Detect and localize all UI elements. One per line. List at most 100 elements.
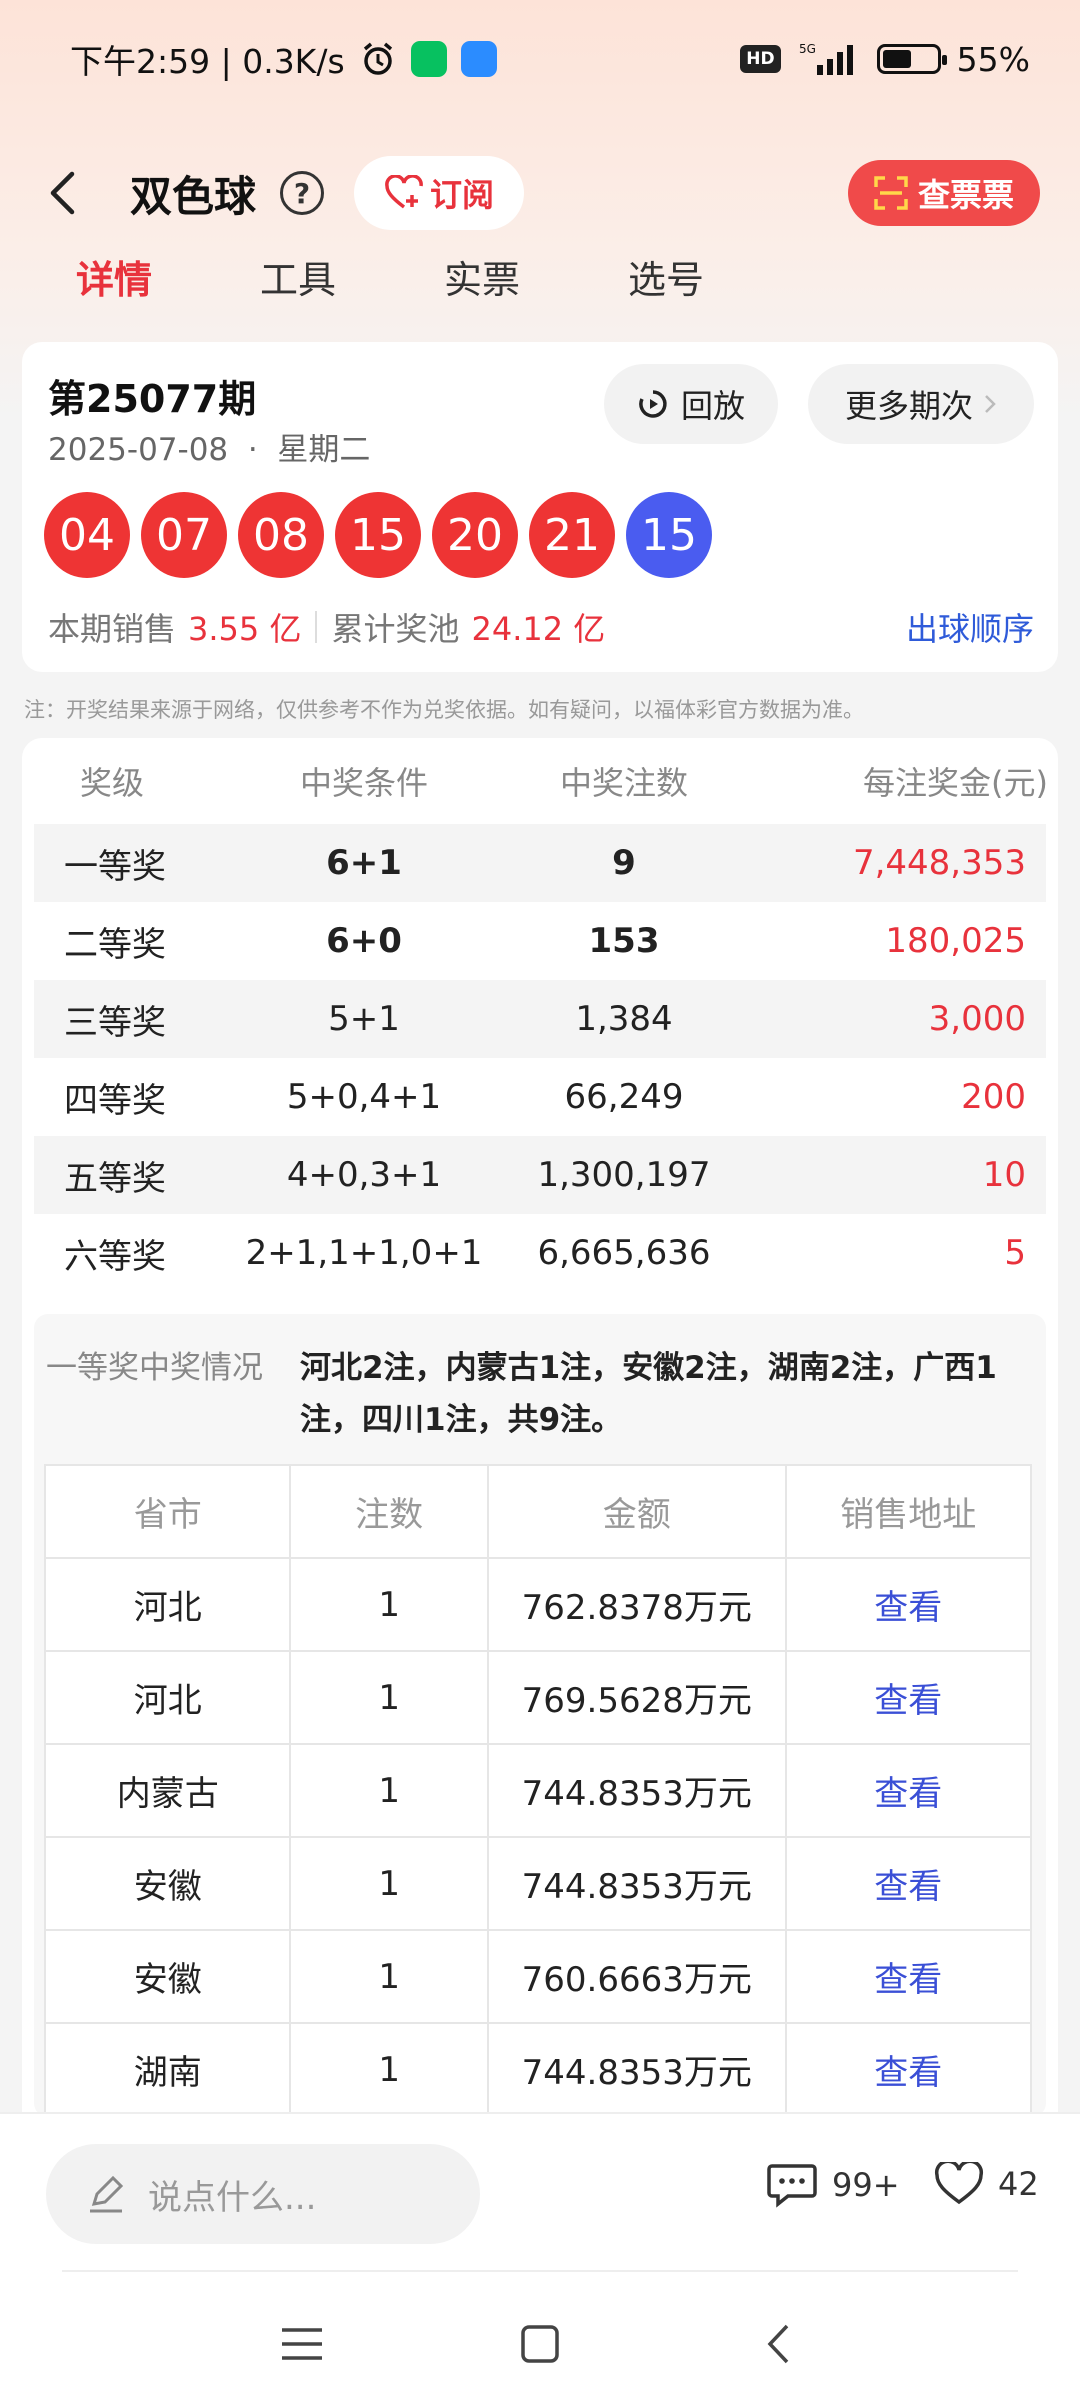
comment-count: 99+ bbox=[832, 2166, 900, 2204]
count: 1 bbox=[289, 1836, 489, 1931]
winning-numbers: 04 07 08 15 20 21 15 bbox=[44, 492, 712, 578]
red-ball: 20 bbox=[432, 492, 518, 578]
pool-label: 累计奖池 bbox=[331, 610, 460, 648]
winners-text: 河北2注，内蒙古1注，安徽2注，湖南2注，广西1注，四川1注，共9注。 bbox=[300, 1350, 997, 1438]
province: 湖南 bbox=[43, 2022, 292, 2117]
tab-pick-numbers[interactable]: 选号 bbox=[574, 240, 758, 320]
count: 1 bbox=[289, 1557, 489, 1652]
header-amount: 每注奖金(元) bbox=[863, 764, 1048, 802]
heart-icon bbox=[934, 2162, 984, 2205]
disclaimer-note: 注：开奖结果来源于网络，仅供参考不作为兑奖依据。如有疑问，以福体彩官方数据为准。 bbox=[24, 698, 864, 722]
pencil-icon bbox=[90, 2175, 124, 2213]
count: 1 bbox=[289, 2022, 489, 2117]
prize-condition: 5+0,4+1 bbox=[286, 1077, 442, 1117]
view-address-link[interactable]: 查看 bbox=[784, 1557, 1033, 1652]
province: 内蒙古 bbox=[43, 1743, 292, 1838]
system-back-button[interactable] bbox=[748, 2314, 808, 2374]
prize-level: 五等奖 bbox=[64, 1158, 166, 1199]
view-address-link[interactable]: 查看 bbox=[784, 1929, 1033, 2024]
red-ball: 04 bbox=[44, 492, 130, 578]
sales-info: 本期销售 3.55 亿 累计奖池 24.12 亿 bbox=[48, 604, 605, 650]
draw-date: 2025-07-08 · 星期二 bbox=[48, 432, 371, 468]
prize-row: 五等奖 4+0,3+1 1,300,197 10 bbox=[34, 1136, 1046, 1214]
heart-plus-icon bbox=[385, 175, 423, 209]
menu-icon bbox=[282, 2328, 322, 2360]
prize-count: 6,665,636 bbox=[537, 1233, 711, 1273]
subscribe-button[interactable]: 订阅 bbox=[354, 156, 525, 230]
count: 1 bbox=[289, 1743, 489, 1838]
view-address-link[interactable]: 查看 bbox=[784, 1836, 1033, 1931]
prize-level: 四等奖 bbox=[64, 1080, 166, 1121]
prize-condition: 2+1,1+1,0+1 bbox=[245, 1233, 483, 1273]
first-prize-winners: 一等奖中奖情况 河北2注，内蒙古1注，安徽2注，湖南2注，广西1注，四川1注，共… bbox=[34, 1314, 1046, 2117]
table-row: 河北 1 769.5628万元 查看 bbox=[43, 1650, 1033, 1745]
province: 安徽 bbox=[43, 1836, 292, 1931]
amount: 744.8353万元 bbox=[486, 2022, 787, 2117]
ball-order-link[interactable]: 出球顺序 bbox=[906, 604, 1034, 650]
winners-table: 省市 注数 金额 销售地址 河北 1 762.8378万元 查看 河北 1 76… bbox=[43, 1464, 1033, 2117]
prize-level: 二等奖 bbox=[64, 924, 166, 965]
sales-label: 本期销售 bbox=[48, 610, 177, 648]
help-icon[interactable]: ? bbox=[280, 171, 325, 215]
alarm-icon bbox=[359, 40, 397, 78]
table-row: 湖南 1 744.8353万元 查看 bbox=[43, 2022, 1033, 2117]
more-issues-button[interactable]: 更多期次 bbox=[808, 364, 1034, 444]
header-level: 奖级 bbox=[80, 764, 145, 802]
prize-amount: 5 bbox=[1004, 1233, 1026, 1273]
header-count: 注数 bbox=[289, 1464, 489, 1559]
prize-row: 四等奖 5+0,4+1 66,249 200 bbox=[34, 1058, 1046, 1136]
replay-button[interactable]: 回放 bbox=[604, 364, 778, 444]
comment-input[interactable]: 说点什么... bbox=[46, 2144, 480, 2244]
red-ball: 21 bbox=[529, 492, 615, 578]
back-button[interactable] bbox=[48, 163, 88, 223]
prize-amount: 200 bbox=[961, 1077, 1026, 1117]
view-address-link[interactable]: 查看 bbox=[784, 1743, 1033, 1838]
tab-real-tickets[interactable]: 实票 bbox=[390, 240, 574, 320]
winners-label: 一等奖中奖情况 bbox=[46, 1350, 263, 1386]
comments-button[interactable]: 99+ bbox=[766, 2162, 900, 2208]
prize-condition: 6+0 bbox=[326, 921, 402, 961]
amount: 744.8353万元 bbox=[486, 1743, 787, 1838]
bottom-bar: 说点什么... 99+ 42 bbox=[0, 2112, 1080, 2400]
check-ticket-button[interactable]: 查票票 bbox=[847, 160, 1040, 226]
prize-amount: 180,025 bbox=[885, 921, 1026, 961]
prize-row: 三等奖 5+1 1,384 3,000 bbox=[34, 980, 1046, 1058]
amount: 769.5628万元 bbox=[486, 1650, 787, 1745]
replay-icon bbox=[639, 390, 667, 418]
scan-icon bbox=[874, 176, 908, 210]
table-row: 河北 1 762.8378万元 查看 bbox=[43, 1557, 1033, 1652]
home-button[interactable] bbox=[510, 2314, 570, 2374]
prize-row: 六等奖 2+1,1+1,0+1 6,665,636 5 bbox=[34, 1214, 1046, 1292]
pool-value: 24.12 亿 bbox=[471, 610, 606, 648]
prize-count: 153 bbox=[588, 921, 660, 961]
signal-icon: 5G bbox=[797, 41, 861, 77]
view-address-link[interactable]: 查看 bbox=[784, 2022, 1033, 2117]
amount: 744.8353万元 bbox=[486, 1836, 787, 1931]
prize-level: 三等奖 bbox=[64, 1002, 166, 1043]
prize-card: 奖级 中奖条件 中奖注数 每注奖金(元) 一等奖 6+1 9 7,448,353… bbox=[22, 738, 1058, 2138]
header-address: 销售地址 bbox=[784, 1464, 1033, 1559]
tab-details[interactable]: 详情 bbox=[22, 240, 206, 320]
prize-amount: 7,448,353 bbox=[852, 843, 1026, 883]
tab-tools[interactable]: 工具 bbox=[206, 240, 390, 320]
help-glyph: ? bbox=[293, 176, 311, 210]
check-ticket-label: 查票票 bbox=[917, 176, 1014, 214]
system-navigation-bar bbox=[0, 2294, 1080, 2394]
issue-number: 第25077期 bbox=[48, 377, 257, 421]
like-button[interactable]: 42 bbox=[934, 2162, 1039, 2206]
red-ball: 07 bbox=[141, 492, 227, 578]
header-province: 省市 bbox=[43, 1464, 292, 1559]
amount: 760.6663万元 bbox=[486, 1929, 787, 2024]
prize-level: 一等奖 bbox=[64, 846, 166, 887]
back-arrow-icon bbox=[50, 171, 75, 215]
prize-condition: 4+0,3+1 bbox=[286, 1155, 442, 1195]
view-address-link[interactable]: 查看 bbox=[784, 1650, 1033, 1745]
menu-button[interactable] bbox=[272, 2314, 332, 2374]
red-ball: 08 bbox=[238, 492, 324, 578]
province: 安徽 bbox=[43, 1929, 292, 2024]
sales-value: 3.55 亿 bbox=[188, 610, 302, 648]
header-condition: 中奖条件 bbox=[299, 764, 428, 802]
prize-row: 二等奖 6+0 153 180,025 bbox=[34, 902, 1046, 980]
red-ball: 15 bbox=[335, 492, 421, 578]
prize-amount: 3,000 bbox=[928, 999, 1026, 1039]
